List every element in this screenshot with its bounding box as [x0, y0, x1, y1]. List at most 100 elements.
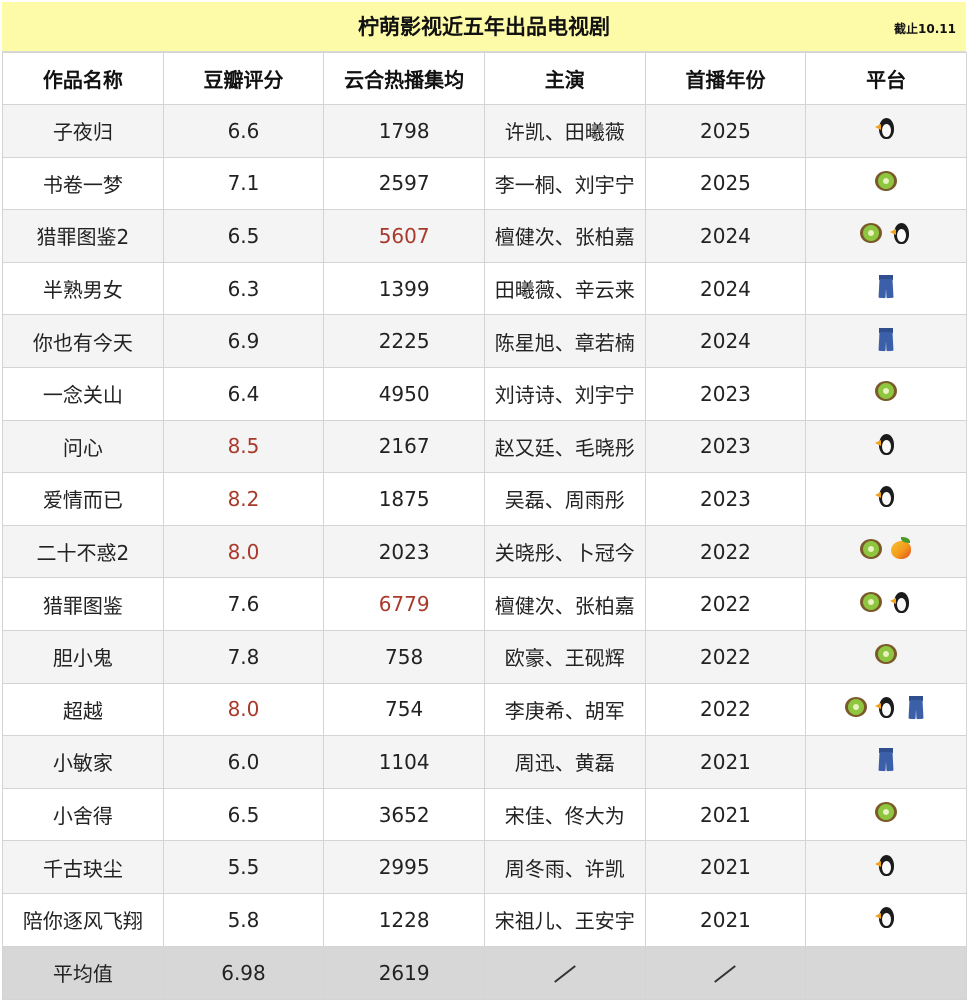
sheet-title: 柠萌影视近五年出品电视剧 [358, 15, 610, 39]
cell-year: 2022 [644, 577, 807, 631]
cell-cast: 许凯、田曦薇 [483, 104, 646, 158]
cell-year: 2022 [644, 629, 807, 684]
penguin-icon [888, 589, 914, 615]
cell-score: 6.3 [162, 261, 325, 316]
table-row: 半熟男女 6.3 1399 田曦薇、辛云来 2024 [2, 261, 967, 316]
cell-score: 6.4 [162, 366, 325, 421]
drama-table: 作品名称 豆瓣评分 云合热播集均 主演 首播年份 平台 子夜归 6.6 1798 许凯… [2, 52, 967, 1000]
cell-cast: 陈星旭、章若楠 [483, 314, 646, 368]
table-row: 书卷一梦 7.1 2597 李一桐、刘宇宁 2025 [2, 156, 967, 211]
cell-platform [805, 629, 967, 684]
average-label: 平均值 [2, 945, 164, 1000]
cell-cast: 周冬雨、许凯 [483, 840, 646, 894]
cell-score: 6.5 [162, 787, 325, 842]
platform-icons [858, 536, 914, 562]
cell-views: 2023 [323, 524, 485, 579]
cell-name: 小舍得 [2, 787, 164, 842]
cell-year: 2024 [644, 261, 807, 316]
average-row: 平均值 6.98 2619 [2, 945, 967, 1000]
cell-score: 8.0 [162, 682, 325, 737]
jeans-icon [903, 694, 929, 720]
platform-icons [843, 694, 929, 720]
jeans-icon [873, 326, 899, 352]
cell-cast: 李庚希、胡军 [483, 682, 646, 737]
cell-platform [805, 787, 967, 842]
table-row: 猎罪图鉴 7.6 6779 檀健次、张柏嘉 2022 [2, 577, 967, 631]
platform-icons [858, 589, 914, 615]
penguin-icon [873, 431, 899, 457]
cell-name: 书卷一梦 [2, 156, 164, 211]
cell-platform [805, 840, 967, 894]
cell-views: 758 [323, 629, 485, 684]
cell-name: 你也有今天 [2, 314, 164, 368]
cell-year: 2024 [644, 314, 807, 368]
table-row: 爱情而已 8.2 1875 吴磊、周雨彤 2023 [2, 472, 967, 526]
platform-icons [873, 326, 899, 352]
platform-icons [873, 115, 899, 141]
table-row: 问心 8.5 2167 赵又廷、毛晓彤 2023 [2, 419, 967, 474]
cell-score: 6.9 [162, 314, 325, 368]
average-cast-empty [483, 945, 646, 1000]
table-row: 超越 8.0 754 李庚希、胡军 2022 [2, 682, 967, 737]
platform-icons [873, 431, 899, 457]
kiwi-icon [858, 536, 884, 562]
cell-year: 2023 [644, 366, 807, 421]
cell-year: 2022 [644, 524, 807, 579]
cell-score: 8.2 [162, 472, 325, 526]
header-cast: 主演 [483, 52, 646, 105]
cell-views: 1228 [323, 892, 485, 947]
cell-platform [805, 104, 967, 158]
cell-name: 千古玦尘 [2, 840, 164, 894]
header-score: 豆瓣评分 [162, 52, 325, 105]
jeans-icon [873, 746, 899, 772]
cell-score: 6.0 [162, 735, 325, 789]
average-score: 6.98 [162, 945, 325, 1000]
mango-icon [888, 536, 914, 562]
cell-name: 爱情而已 [2, 472, 164, 526]
header-row: 作品名称 豆瓣评分 云合热播集均 主演 首播年份 平台 [2, 52, 967, 105]
cell-name: 一念关山 [2, 366, 164, 421]
kiwi-icon [873, 378, 899, 404]
header-platform: 平台 [805, 52, 967, 105]
penguin-icon [873, 904, 899, 930]
average-year-empty [644, 945, 807, 1000]
kiwi-icon [873, 168, 899, 194]
header-year: 首播年份 [644, 52, 807, 105]
table-row: 胆小鬼 7.8 758 欧豪、王砚辉 2022 [2, 629, 967, 684]
spreadsheet: 柠萌影视近五年出品电视剧 截止10.11 作品名称 豆瓣评分 云合热播集均 主演… [2, 2, 967, 1000]
cell-score: 7.8 [162, 629, 325, 684]
penguin-icon [873, 694, 899, 720]
cell-platform [805, 419, 967, 474]
cell-name: 小敏家 [2, 735, 164, 789]
cell-platform [805, 314, 967, 368]
cell-cast: 刘诗诗、刘宇宁 [483, 366, 646, 421]
table-body: 子夜归 6.6 1798 许凯、田曦薇 2025 书卷一梦 7.1 2597 李一桐、刘宇宁 20… [2, 104, 967, 1000]
cell-views: 1798 [323, 104, 485, 158]
header-views: 云合热播集均 [323, 52, 485, 105]
kiwi-icon [873, 641, 899, 667]
cell-year: 2025 [644, 156, 807, 211]
cell-name: 半熟男女 [2, 261, 164, 316]
penguin-icon [873, 483, 899, 509]
cell-cast: 欧豪、王砚辉 [483, 629, 646, 684]
table-row: 你也有今天 6.9 2225 陈星旭、章若楠 2024 [2, 314, 967, 368]
kiwi-icon [858, 220, 884, 246]
platform-icons [873, 746, 899, 772]
table-row: 子夜归 6.6 1798 许凯、田曦薇 2025 [2, 104, 967, 158]
table-row: 小敏家 6.0 1104 周迅、黄磊 2021 [2, 735, 967, 789]
cell-cast: 檀健次、张柏嘉 [483, 209, 646, 263]
cell-platform [805, 156, 967, 211]
cell-views: 2597 [323, 156, 485, 211]
table-row: 小舍得 6.5 3652 宋佳、佟大为 2021 [2, 787, 967, 842]
cell-cast: 关晓彤、卜冠今 [483, 524, 646, 579]
cell-cast: 李一桐、刘宇宁 [483, 156, 646, 211]
cell-year: 2021 [644, 735, 807, 789]
cell-views: 6779 [323, 577, 485, 631]
platform-icons [873, 168, 899, 194]
table-row: 猎罪图鉴2 6.5 5607 檀健次、张柏嘉 2024 [2, 209, 967, 263]
kiwi-icon [858, 589, 884, 615]
cell-score: 8.0 [162, 524, 325, 579]
title-bar: 柠萌影视近五年出品电视剧 截止10.11 [2, 2, 966, 52]
kiwi-icon [873, 799, 899, 825]
cell-year: 2024 [644, 209, 807, 263]
